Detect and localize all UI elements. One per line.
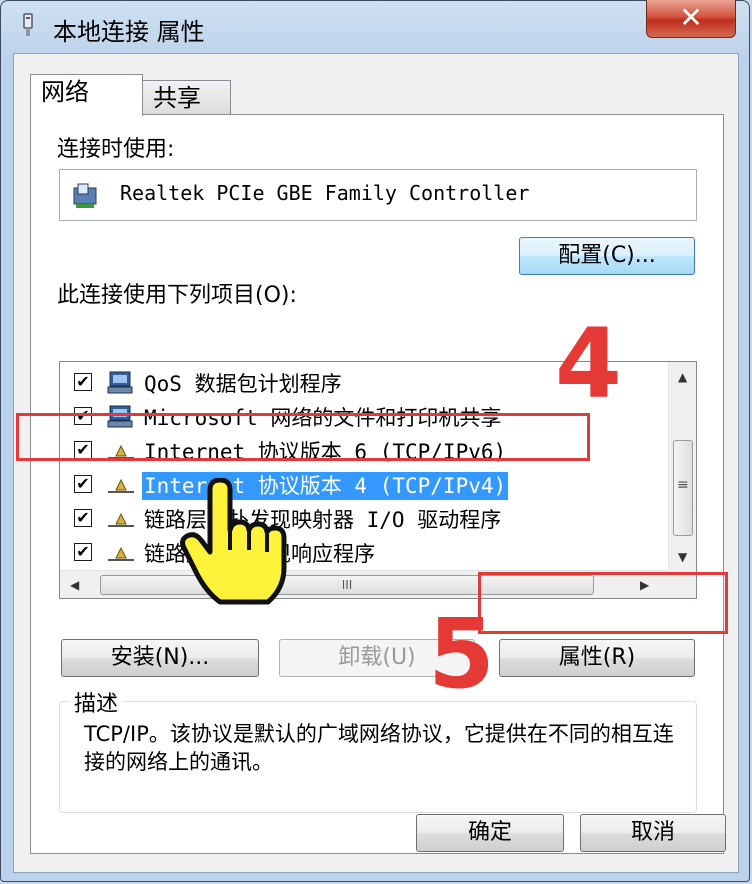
scroll-left-icon[interactable]: ◀ <box>70 578 79 592</box>
tab-panel-network: 连接时使用: Realtek PCIe GBE Family Controlle… <box>30 114 724 854</box>
protocol-icon <box>108 512 134 527</box>
adapter-field: Realtek PCIe GBE Family Controller <box>59 169 697 221</box>
step-5-label: 5 <box>428 598 495 710</box>
scroll-down-icon[interactable]: ▼ <box>678 550 687 564</box>
list-item[interactable]: ✔ 链路层拓扑发现响应程序 <box>60 536 668 570</box>
vertical-scrollbar[interactable]: ▲ ≡ ▼ <box>668 362 696 570</box>
window-title: 本地连接 属性 <box>53 18 205 46</box>
description-text: TCP/IP。该协议是默认的广域网络协议，它提供在不同的相互连接的网络上的通讯。 <box>84 722 674 774</box>
protocol-icon <box>108 478 134 493</box>
dialog-client-area: 网络 共享 连接时使用: Realtek PCIe GBE Family Con… <box>13 53 739 873</box>
network-adapter-icon <box>23 13 33 36</box>
description-legend: 描述 <box>70 686 123 718</box>
connect-using-label: 连接时使用: <box>57 137 175 162</box>
highlight-properties-box <box>478 572 728 634</box>
description-group: 描述 TCP/IP。该协议是默认的广域网络协议，它提供在不同的相互连接的网络上的… <box>59 686 697 813</box>
checkbox[interactable]: ✔ <box>74 475 92 493</box>
checkbox[interactable]: ✔ <box>74 509 92 527</box>
network-card-icon <box>73 183 97 208</box>
items-label: 此连接使用下列项目(O): <box>57 283 297 308</box>
cancel-button[interactable]: 取消 <box>580 814 726 852</box>
list-item[interactable]: ✔ 链路层拓扑发现映射器 I/O 驱动程序 <box>60 502 668 536</box>
checkbox[interactable]: ✔ <box>74 543 92 561</box>
title-bar[interactable]: 本地连接 属性 ✕ <box>1 0 751 53</box>
highlight-ipv4-box <box>16 413 590 461</box>
scroll-grip-icon: ≡ <box>677 477 689 493</box>
step-4-label: 4 <box>555 308 622 420</box>
properties-button[interactable]: 属性(R) <box>499 639 695 677</box>
protocol-icon <box>108 546 134 561</box>
close-icon[interactable]: ✕ <box>679 1 702 34</box>
ok-button[interactable]: 确定 <box>416 814 564 852</box>
list-item-label: QoS 数据包计划程序 <box>144 372 342 396</box>
install-button[interactable]: 安装(N)... <box>61 639 259 677</box>
checkbox[interactable]: ✔ <box>74 373 92 391</box>
list-item[interactable]: ✔ Internet 协议版本 4 (TCP/IPv4) <box>60 468 668 502</box>
network-service-icon <box>107 371 133 394</box>
configure-button[interactable]: 配置(C)... <box>519 237 695 275</box>
vertical-scroll-thumb[interactable]: ≡ <box>673 440 693 536</box>
tab-network[interactable]: 网络 <box>30 74 143 116</box>
adapter-name: Realtek PCIe GBE Family Controller <box>120 181 530 205</box>
close-button[interactable]: ✕ <box>646 0 736 38</box>
tab-sharing[interactable]: 共享 <box>142 80 231 114</box>
scroll-up-icon[interactable]: ▲ <box>678 370 687 384</box>
pointing-hand-icon <box>180 478 287 605</box>
